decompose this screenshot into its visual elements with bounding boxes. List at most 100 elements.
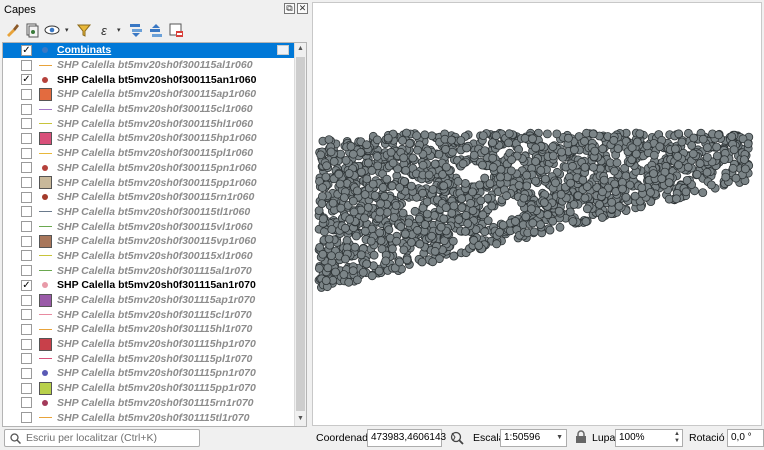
layer-row[interactable]: SHP Calella bt5mv20sh0f301115al1r070	[3, 263, 295, 278]
layer-row[interactable]: SHP Calella bt5mv20sh0f300115pl1r060	[3, 146, 295, 161]
layer-visibility-checkbox[interactable]	[21, 382, 32, 394]
layer-visibility-checkbox[interactable]	[21, 206, 32, 218]
mouse-coordinates-icon[interactable]	[449, 430, 465, 446]
layer-row[interactable]: SHP Calella bt5mv20sh0f301115pp1r070	[3, 381, 295, 396]
layer-row[interactable]: SHP Calella bt5mv20sh0f300115al1r060	[3, 58, 295, 73]
layer-visibility-checkbox[interactable]: ✓	[21, 74, 32, 86]
layer-visibility-checkbox[interactable]	[21, 177, 32, 189]
scroll-down-icon[interactable]: ▼	[295, 413, 306, 425]
map-point	[664, 178, 674, 188]
layer-visibility-checkbox[interactable]	[21, 191, 32, 203]
layer-row[interactable]: SHP Calella bt5mv20sh0f301115rn1r070	[3, 396, 295, 411]
layer-visibility-checkbox[interactable]: ✓	[21, 279, 32, 291]
layer-visibility-checkbox[interactable]	[21, 397, 32, 409]
layer-visibility-checkbox[interactable]	[21, 250, 32, 262]
layer-visibility-checkbox[interactable]	[21, 323, 32, 335]
eye-visibility-icon[interactable]	[44, 21, 60, 39]
map-point	[420, 130, 430, 140]
layer-visibility-checkbox[interactable]	[21, 162, 32, 174]
collapse-all-icon[interactable]	[148, 21, 164, 39]
chevron-down-icon[interactable]: ▾	[64, 21, 72, 39]
layer-visibility-checkbox[interactable]	[21, 353, 32, 365]
layer-row[interactable]: SHP Calella bt5mv20sh0f300115vp1r060	[3, 234, 295, 249]
layer-row[interactable]: SHP Calella bt5mv20sh0f300115tl1r060	[3, 205, 295, 220]
map-point	[480, 173, 490, 183]
layer-row[interactable]: SHP Calella bt5mv20sh0f301115pl1r070	[3, 351, 295, 366]
layer-row[interactable]: ✓ SHP Calella bt5mv20sh0f300115an1r060	[3, 72, 295, 87]
filter-icon[interactable]	[76, 21, 92, 39]
map-point	[548, 151, 558, 161]
layer-row[interactable]: SHP Calella bt5mv20sh0f300115hp1r060	[3, 131, 295, 146]
line-symbol-icon	[37, 249, 53, 263]
layer-visibility-checkbox[interactable]: ✓	[21, 44, 32, 56]
layer-visibility-checkbox[interactable]	[21, 103, 32, 115]
layer-row[interactable]: SHP Calella bt5mv20sh0f300115pn1r060	[3, 161, 295, 176]
map-point	[396, 222, 406, 232]
layer-visibility-checkbox[interactable]	[21, 221, 32, 233]
layer-tree-scrollbar[interactable]: ▲ ▼	[294, 43, 306, 426]
map-point	[649, 169, 658, 179]
map-point	[529, 227, 539, 237]
remove-layer-icon[interactable]	[168, 21, 184, 39]
status-bar: Escriu per localitzar (Ctrl+K) Coordenad…	[0, 427, 764, 450]
map-point	[514, 181, 524, 190]
layer-row[interactable]: SHP Calella bt5mv20sh0f301115hp1r070	[3, 337, 295, 352]
expand-all-icon[interactable]	[128, 21, 144, 39]
layer-visibility-checkbox[interactable]	[21, 118, 32, 130]
map-canvas[interactable]	[312, 2, 762, 426]
map-point	[430, 159, 440, 169]
expression-filter-icon[interactable]: ε	[96, 21, 112, 39]
map-point	[540, 174, 550, 184]
coordinate-field[interactable]: 473983,4606143	[367, 429, 446, 447]
map-point	[384, 225, 394, 235]
map-point	[630, 191, 640, 201]
layer-visibility-checkbox[interactable]	[21, 412, 32, 424]
layer-visibility-checkbox[interactable]	[21, 132, 32, 144]
layer-visibility-checkbox[interactable]	[21, 367, 32, 379]
layer-visibility-checkbox[interactable]	[21, 294, 32, 306]
layer-row[interactable]: ✓ SHP Calella bt5mv20sh0f301115an1r070	[3, 278, 295, 293]
layer-row[interactable]: ✓ Combinats	[3, 43, 295, 58]
layer-row[interactable]: SHP Calella bt5mv20sh0f300115vl1r060	[3, 219, 295, 234]
map-point	[323, 263, 333, 273]
layer-row[interactable]: SHP Calella bt5mv20sh0f300115ap1r060	[3, 87, 295, 102]
layer-visibility-checkbox[interactable]	[21, 338, 32, 350]
map-point	[388, 244, 397, 254]
layer-visibility-checkbox[interactable]	[21, 88, 32, 100]
scale-combo[interactable]: 1:50596 ▼	[500, 429, 567, 447]
map-point	[689, 133, 699, 143]
layer-row[interactable]: SHP Calella bt5mv20sh0f300115hl1r060	[3, 116, 295, 131]
layer-row[interactable]: SHP Calella bt5mv20sh0f301115pn1r070	[3, 366, 295, 381]
layer-row[interactable]: SHP Calella bt5mv20sh0f300115cl1r060	[3, 102, 295, 117]
layer-row[interactable]: SHP Calella bt5mv20sh0f300115xl1r060	[3, 249, 295, 264]
scrollbar-thumb[interactable]	[296, 57, 305, 411]
layer-row[interactable]: SHP Calella bt5mv20sh0f301115ap1r070	[3, 293, 295, 308]
layer-row[interactable]: SHP Calella bt5mv20sh0f301115cl1r070	[3, 307, 295, 322]
layer-visibility-checkbox[interactable]	[21, 59, 32, 71]
rotation-field[interactable]: 0,0 °	[727, 429, 764, 447]
layer-row[interactable]: SHP Calella bt5mv20sh0f300115pp1r060	[3, 175, 295, 190]
map-point	[448, 236, 458, 246]
add-group-icon[interactable]	[24, 21, 40, 39]
map-point	[353, 275, 362, 285]
layer-visibility-checkbox[interactable]	[21, 235, 32, 247]
locator-search-input[interactable]: Escriu per localitzar (Ctrl+K)	[4, 429, 200, 447]
layer-row[interactable]: SHP Calella bt5mv20sh0f301115tl1r070	[3, 410, 295, 425]
legend-icon[interactable]	[277, 45, 289, 56]
layer-row[interactable]: SHP Calella bt5mv20sh0f300115rn1r060	[3, 190, 295, 205]
float-panel-button[interactable]: ⧉	[284, 3, 295, 14]
layer-row[interactable]: SHP Calella bt5mv20sh0f301115hl1r070	[3, 322, 295, 337]
map-point	[322, 161, 332, 171]
lock-icon[interactable]	[575, 430, 587, 444]
style-brush-icon[interactable]	[4, 21, 20, 39]
layer-visibility-checkbox[interactable]	[21, 309, 32, 321]
magnifier-spinbox[interactable]: 100% ▲ ▼	[615, 429, 683, 447]
close-panel-button[interactable]: ✕	[297, 3, 308, 14]
chevron-down-icon[interactable]: ▾	[116, 21, 124, 39]
map-point	[476, 196, 486, 206]
layer-visibility-checkbox[interactable]	[21, 147, 32, 159]
layer-visibility-checkbox[interactable]	[21, 265, 32, 277]
scroll-up-icon[interactable]: ▲	[295, 43, 306, 55]
map-point	[595, 200, 604, 209]
map-point	[702, 143, 712, 153]
